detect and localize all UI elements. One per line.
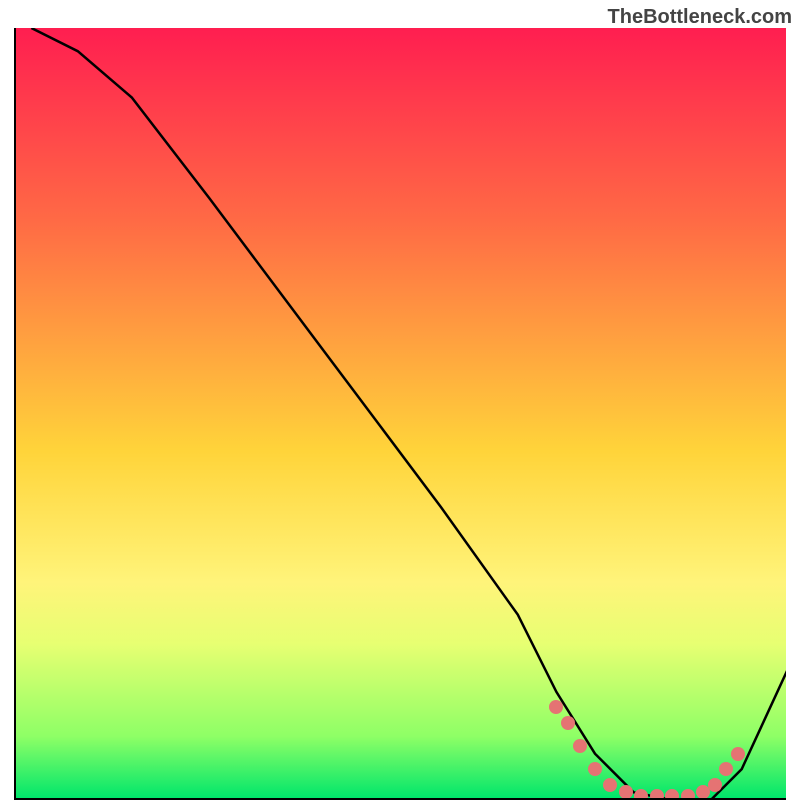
scatter-point xyxy=(549,700,563,714)
bottleneck-curve-line xyxy=(31,28,786,800)
scatter-point xyxy=(634,789,648,800)
scatter-point xyxy=(619,785,633,799)
attribution-text: TheBottleneck.com xyxy=(608,6,792,29)
bottleneck-chart xyxy=(14,28,786,800)
scatter-point xyxy=(561,716,575,730)
scatter-point xyxy=(603,778,617,792)
scatter-point xyxy=(708,778,722,792)
scatter-point xyxy=(719,762,733,776)
scatter-point xyxy=(650,789,664,800)
scatter-point xyxy=(588,762,602,776)
scatter-point xyxy=(573,739,587,753)
chart-svg xyxy=(16,28,786,800)
scatter-point xyxy=(665,789,679,800)
scatter-point xyxy=(681,789,695,800)
scatter-point xyxy=(731,747,745,761)
